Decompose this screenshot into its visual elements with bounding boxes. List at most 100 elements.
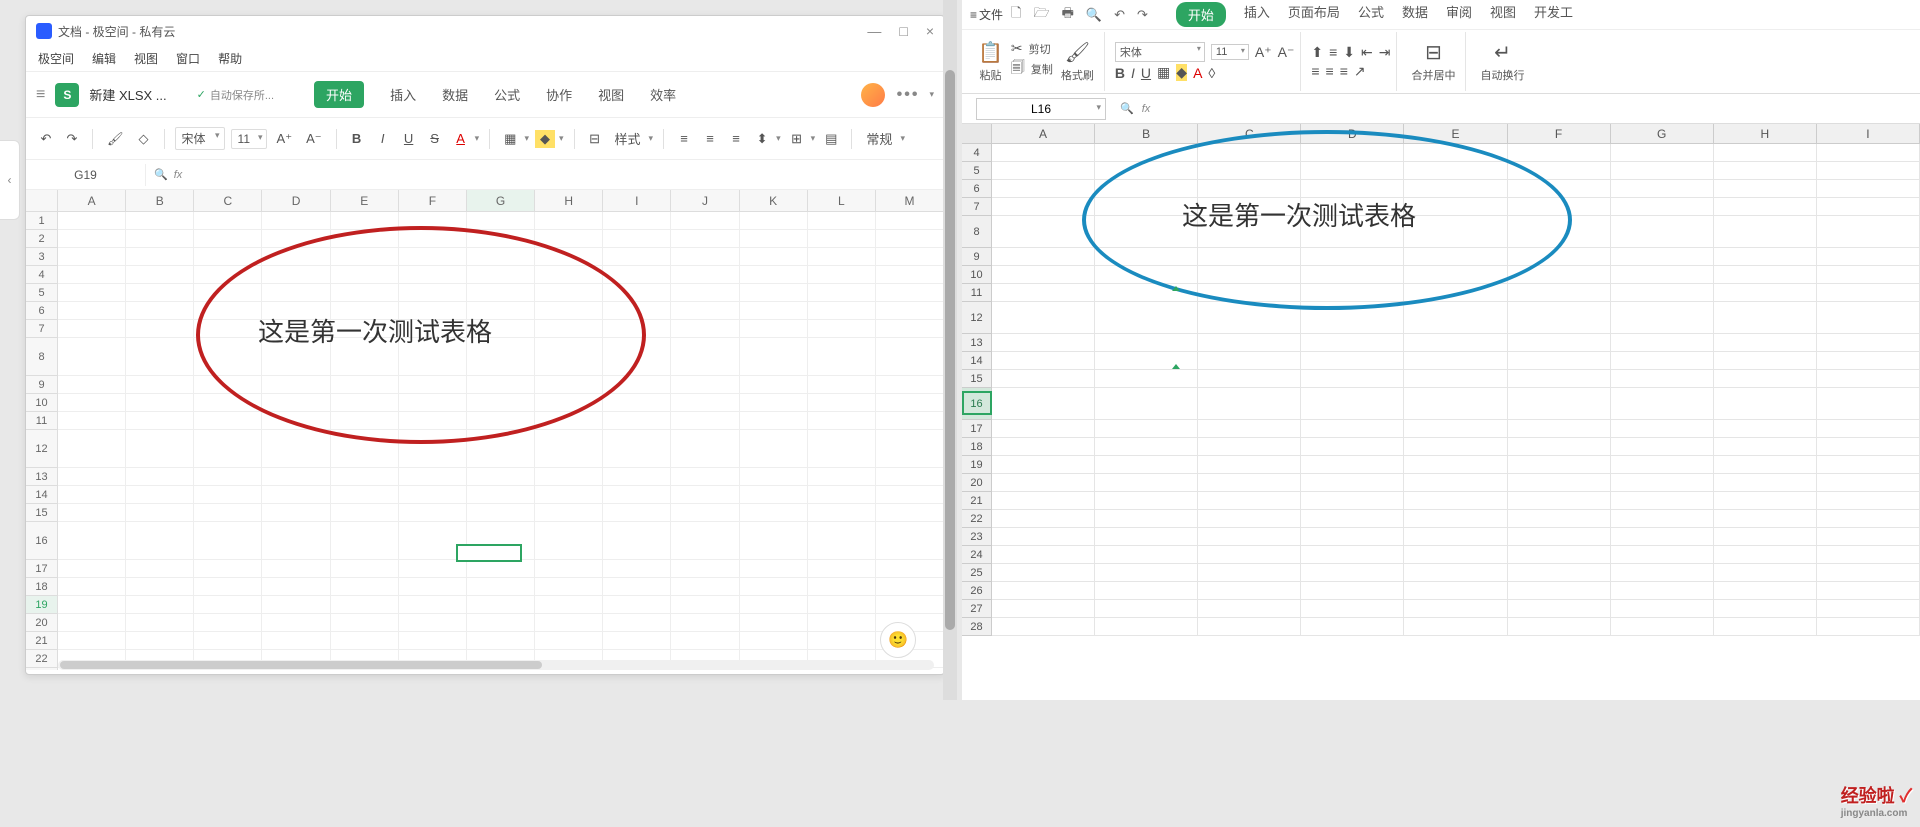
row-header[interactable]: 28 xyxy=(962,618,992,636)
row-header[interactable]: 5 xyxy=(26,284,58,302)
qat-redo-icon[interactable]: ↷ xyxy=(1133,5,1152,25)
col-header[interactable]: I xyxy=(1817,124,1920,143)
indent-dec-icon[interactable]: ⇤ xyxy=(1361,44,1373,61)
qat-print-icon[interactable]: 🖶 xyxy=(1058,2,1078,28)
align-bot-icon[interactable]: ⬇ xyxy=(1343,44,1355,61)
col-header[interactable]: G xyxy=(467,190,535,211)
tab-start[interactable]: 开始 xyxy=(1176,2,1226,27)
undo-icon[interactable]: ↶ xyxy=(36,127,56,151)
qat-undo-icon[interactable]: ↶ xyxy=(1110,5,1129,25)
row-header[interactable]: 7 xyxy=(962,198,992,216)
qat-save-icon[interactable]: 🗋 xyxy=(1007,2,1025,28)
assistant-icon[interactable]: 🙂 xyxy=(880,622,916,658)
row-header[interactable]: 18 xyxy=(962,438,992,456)
decrease-font-icon[interactable]: A⁻ xyxy=(302,127,326,151)
indent-inc-icon[interactable]: ⇥ xyxy=(1379,44,1391,61)
align-right-icon[interactable]: ≡ xyxy=(1340,63,1348,79)
cut-button[interactable]: ✂剪切 xyxy=(1011,40,1053,57)
col-header[interactable]: H xyxy=(1714,124,1817,143)
menu-item[interactable]: 极空间 xyxy=(38,50,74,67)
row-header[interactable]: 17 xyxy=(962,420,992,438)
row-header[interactable]: 17 xyxy=(26,560,58,578)
qat-open-icon[interactable]: 🗁 xyxy=(1029,2,1053,28)
menu-item[interactable]: 窗口 xyxy=(176,50,200,67)
row-header[interactable]: 8 xyxy=(26,338,58,376)
clear-format-icon[interactable]: ◇ xyxy=(134,127,154,151)
row-header[interactable]: 5 xyxy=(962,162,992,180)
horizontal-scrollbar[interactable] xyxy=(58,660,934,670)
row-header[interactable]: 20 xyxy=(26,614,58,632)
row-header[interactable]: 6 xyxy=(962,180,992,198)
number-format[interactable]: 常规 xyxy=(862,125,896,152)
col-header[interactable]: L xyxy=(808,190,876,211)
bold-icon[interactable]: B xyxy=(1115,65,1125,81)
align-right-icon[interactable]: ≡ xyxy=(726,127,746,150)
row-header[interactable]: 12 xyxy=(962,302,992,334)
tab-view[interactable]: 视图 xyxy=(598,81,624,108)
tab-formula[interactable]: 公式 xyxy=(494,81,520,108)
document-name[interactable]: 新建 XLSX ... xyxy=(89,85,166,104)
col-header[interactable]: D xyxy=(262,190,330,211)
col-header[interactable]: I xyxy=(603,190,671,211)
col-header[interactable]: B xyxy=(126,190,194,211)
font-color-icon[interactable]: A xyxy=(451,127,471,150)
border-icon[interactable]: ▦ xyxy=(1157,64,1170,81)
strike-icon[interactable]: S xyxy=(425,127,445,150)
chevron-down-icon[interactable]: ▾ xyxy=(929,89,934,100)
align-center-icon[interactable]: ≡ xyxy=(1326,63,1334,79)
row-header[interactable]: 7 xyxy=(26,320,58,338)
row-header[interactable]: 3 xyxy=(26,248,58,266)
name-box[interactable]: G19 xyxy=(26,164,146,186)
row-header[interactable]: 15 xyxy=(26,504,58,522)
col-header[interactable]: F xyxy=(1508,124,1611,143)
font-color-icon[interactable]: A xyxy=(1193,65,1202,81)
maximize-button[interactable]: □ xyxy=(899,23,907,39)
row-header[interactable]: 21 xyxy=(962,492,992,510)
menu-item[interactable]: 帮助 xyxy=(218,50,242,67)
valign-icon[interactable]: ⬍ xyxy=(752,127,772,151)
fill-color-icon[interactable]: ◆ xyxy=(1176,64,1187,81)
active-cell[interactable] xyxy=(456,544,522,562)
tab-start[interactable]: 开始 xyxy=(314,81,364,108)
row-header[interactable]: 23 xyxy=(26,668,58,670)
format-painter-button[interactable]: 🖌格式刷 xyxy=(1057,40,1098,83)
search-icon[interactable]: 🔍 xyxy=(154,168,168,181)
tab-layout[interactable]: 页面布局 xyxy=(1288,2,1340,27)
redo-icon[interactable]: ↷ xyxy=(62,127,82,151)
row-header[interactable]: 4 xyxy=(26,266,58,284)
select-all-corner[interactable] xyxy=(962,124,992,143)
fill-color-icon[interactable]: ◆ xyxy=(535,130,555,148)
search-icon[interactable]: 🔍 xyxy=(1120,102,1134,115)
tab-collab[interactable]: 协作 xyxy=(546,81,572,108)
fx-icon[interactable]: fx xyxy=(1142,103,1151,115)
row-header[interactable]: 9 xyxy=(26,376,58,394)
select-all-corner[interactable] xyxy=(26,190,58,211)
tab-formula[interactable]: 公式 xyxy=(1358,2,1384,27)
align-left-icon[interactable]: ≡ xyxy=(1311,63,1319,79)
row-header[interactable]: 14 xyxy=(962,352,992,370)
row-header[interactable]: 18 xyxy=(26,578,58,596)
row-header[interactable]: 2 xyxy=(26,230,58,248)
row-header[interactable]: 11 xyxy=(962,284,992,302)
row-header[interactable]: 27 xyxy=(962,600,992,618)
italic-icon[interactable]: I xyxy=(1131,65,1135,81)
file-menu[interactable]: ≡ 文件 xyxy=(970,6,1003,23)
row-header[interactable]: 11 xyxy=(26,412,58,430)
row-header[interactable]: 16 xyxy=(26,522,58,560)
tab-data[interactable]: 数据 xyxy=(1402,2,1428,27)
active-cell[interactable] xyxy=(962,391,992,415)
row-header[interactable]: 14 xyxy=(26,486,58,504)
effects-icon[interactable]: ◊ xyxy=(1208,65,1215,81)
row-header[interactable]: 22 xyxy=(962,510,992,528)
more-icon[interactable]: ••• xyxy=(897,86,920,104)
col-header[interactable]: B xyxy=(1095,124,1198,143)
row-header[interactable]: 10 xyxy=(26,394,58,412)
menu-item[interactable]: 编辑 xyxy=(92,50,116,67)
menu-item[interactable]: 视图 xyxy=(134,50,158,67)
user-avatar[interactable] xyxy=(861,83,885,107)
tab-data[interactable]: 数据 xyxy=(442,81,468,108)
col-header[interactable]: E xyxy=(331,190,399,211)
col-header[interactable]: J xyxy=(671,190,739,211)
row-header[interactable]: 4 xyxy=(962,144,992,162)
row-header[interactable]: 24 xyxy=(962,546,992,564)
